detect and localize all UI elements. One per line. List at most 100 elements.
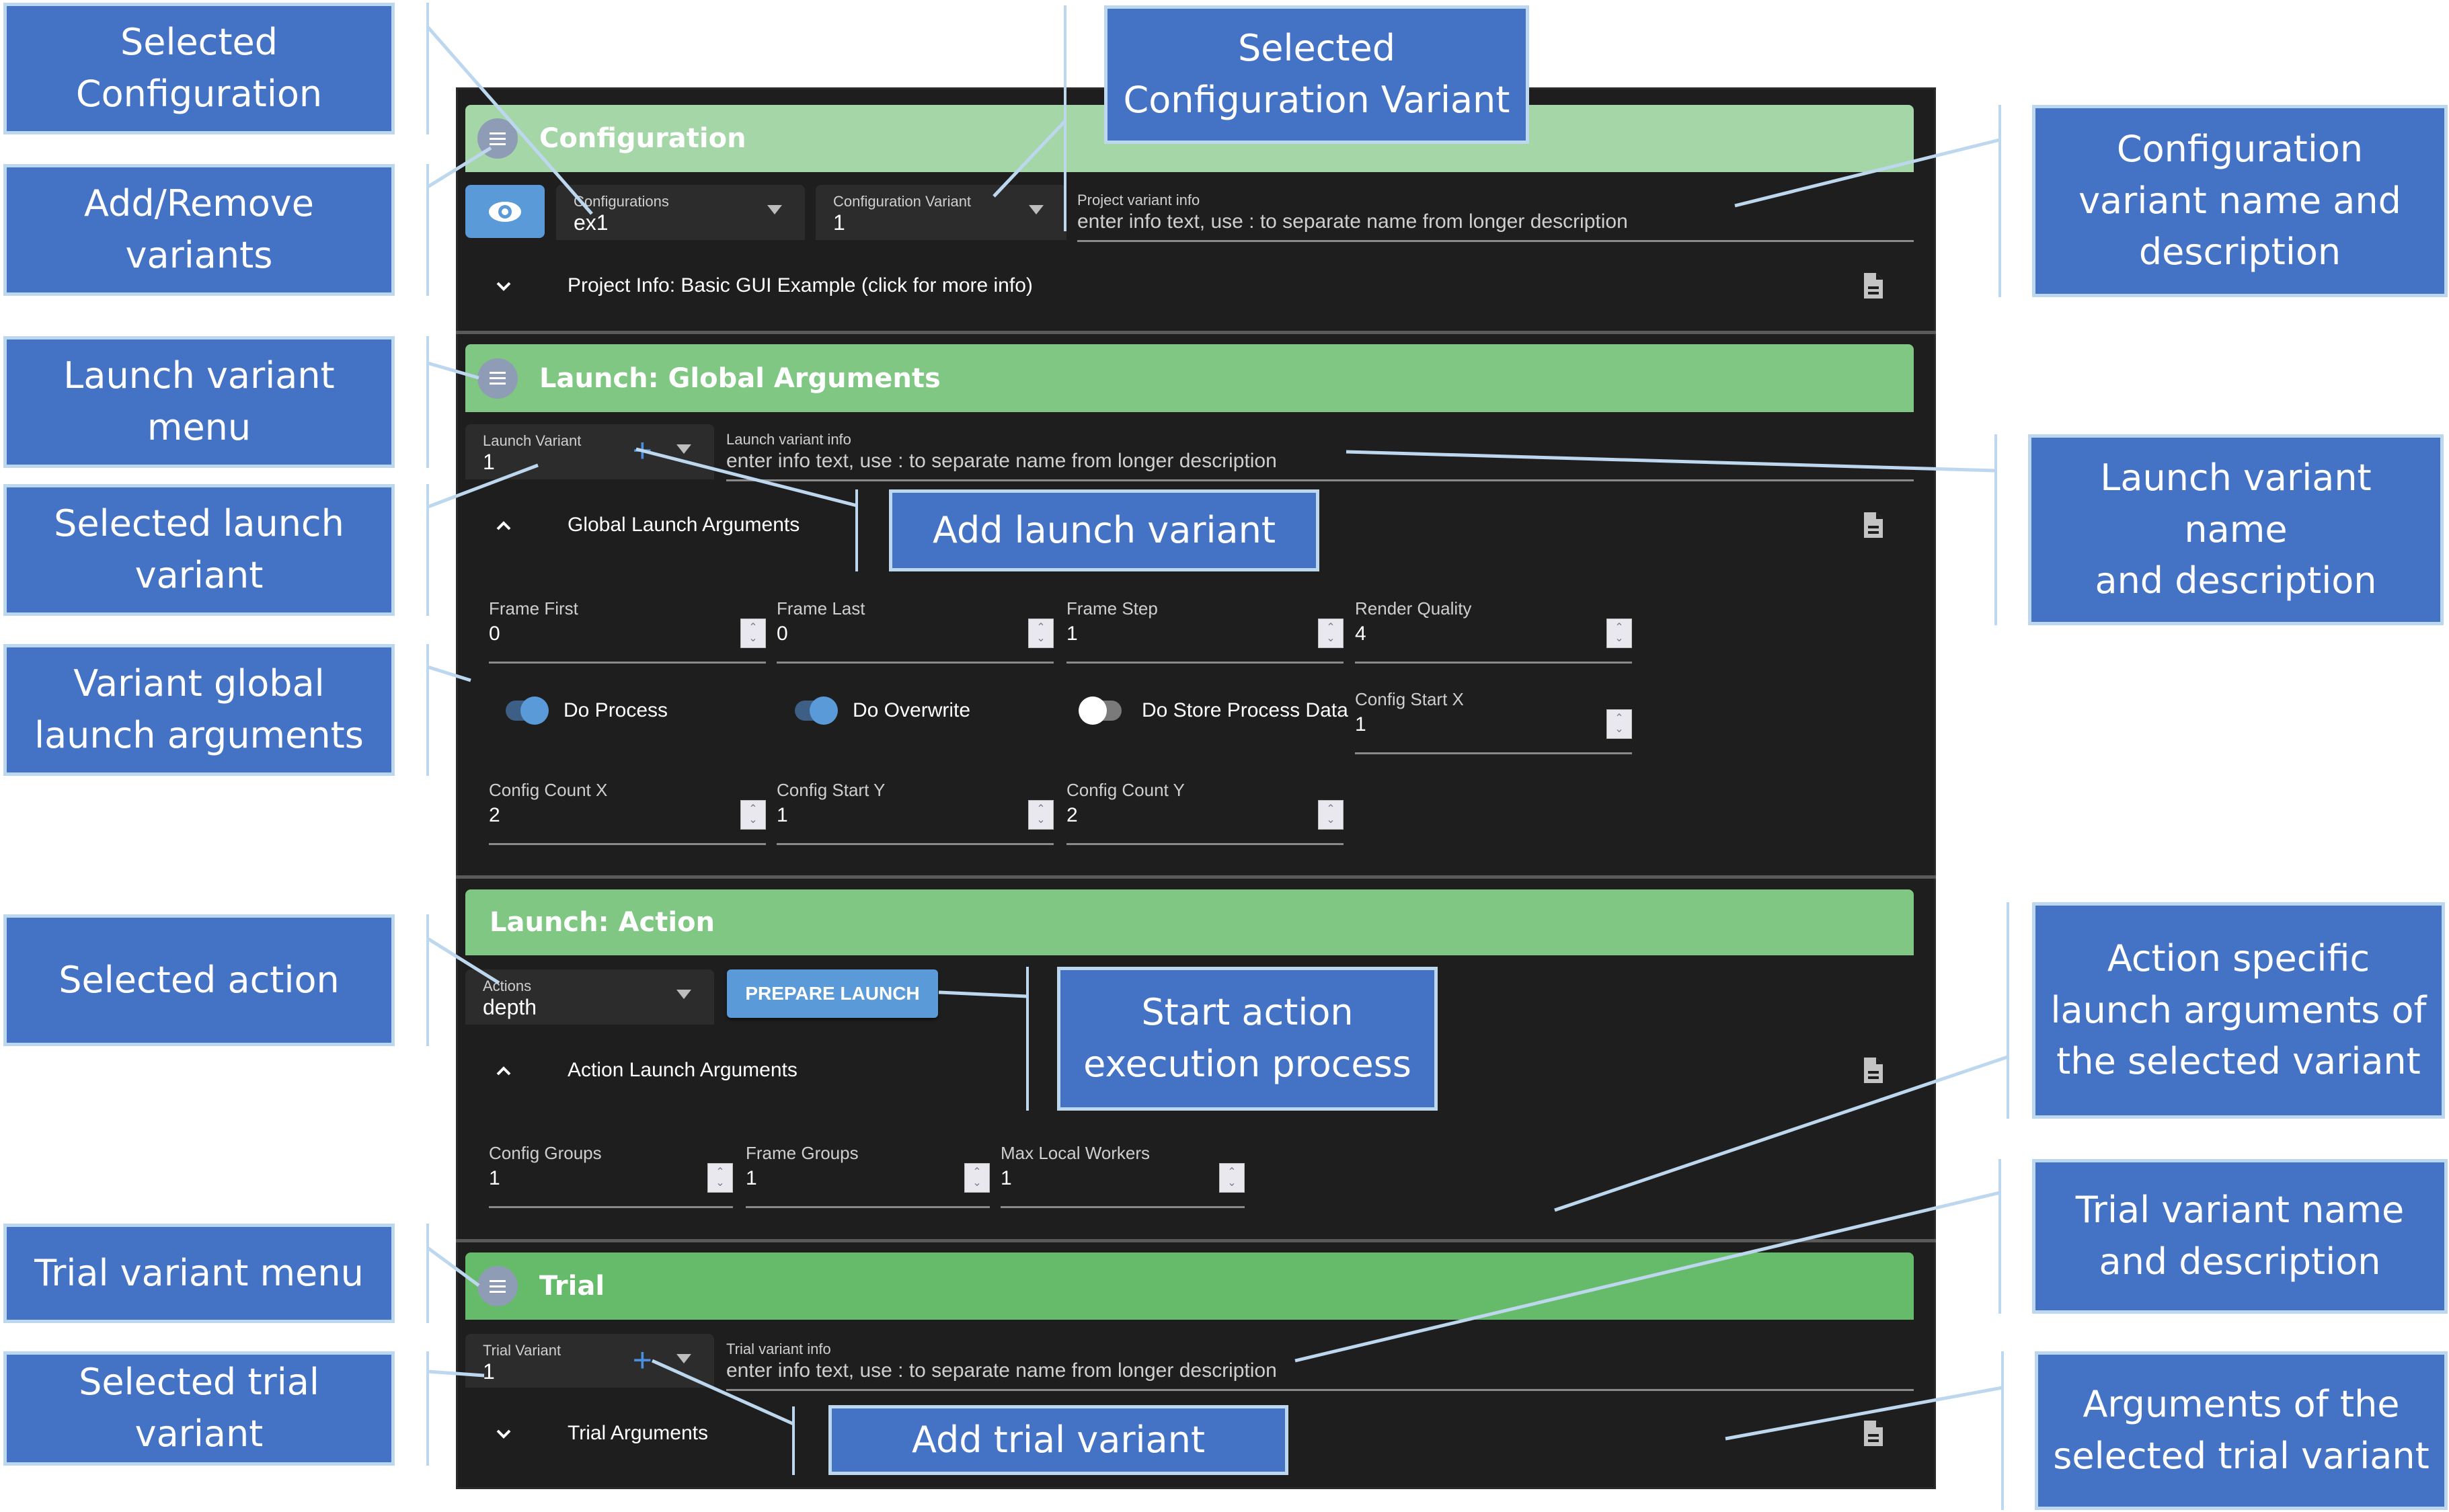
callout-bracket bbox=[1026, 967, 1029, 1111]
config-start-x-label: Config Start X bbox=[1355, 689, 1464, 709]
render-quality-field[interactable]: Render Quality 4 ⌃ ⌄ bbox=[1355, 598, 1632, 664]
trial-variant-select[interactable]: Trial Variant 1 + bbox=[465, 1334, 714, 1388]
project-variant-info-field[interactable]: Project variant info enter info text, us… bbox=[1077, 185, 1914, 242]
trial-variant-info-field[interactable]: Trial variant info enter info text, use … bbox=[726, 1334, 1914, 1391]
config-start-y-value[interactable]: 1 bbox=[777, 804, 788, 827]
launch-variant-info-field[interactable]: Launch variant info enter info text, use… bbox=[726, 424, 1914, 481]
config-start-x-value[interactable]: 1 bbox=[1355, 713, 1366, 736]
trial-header: Trial bbox=[465, 1252, 1914, 1320]
number-spinner[interactable]: ⌃ ⌄ bbox=[1606, 619, 1632, 648]
dropdown-arrow-icon bbox=[676, 990, 691, 999]
number-spinner[interactable]: ⌃ ⌄ bbox=[707, 1163, 733, 1193]
section-divider bbox=[456, 331, 1936, 334]
number-spinner[interactable]: ⌃ ⌄ bbox=[740, 800, 766, 830]
configuration-title: Configuration bbox=[539, 123, 746, 154]
callout-selected-trial-variant: Selected trial variant bbox=[3, 1351, 395, 1466]
prepare-launch-button[interactable]: PREPARE LAUNCH bbox=[727, 969, 938, 1018]
project-variant-info-label: Project variant info bbox=[1077, 192, 1200, 208]
frame-step-label: Frame Step bbox=[1066, 598, 1158, 619]
trial-variant-value: 1 bbox=[483, 1359, 495, 1384]
config-start-x-field[interactable]: Config Start X 1 ⌃ ⌄ bbox=[1355, 689, 1632, 754]
launch-variant-info-input[interactable]: enter info text, use : to separate name … bbox=[726, 450, 1277, 473]
number-spinner[interactable]: ⌃ ⌄ bbox=[740, 619, 766, 648]
hamburger-icon bbox=[490, 1285, 506, 1287]
trial-variant-info-label: Trial variant info bbox=[726, 1341, 831, 1357]
launch-variant-menu-button[interactable] bbox=[477, 358, 518, 399]
toggle-track[interactable] bbox=[795, 697, 838, 725]
callout-start-action-execution: Start action execution process bbox=[1057, 967, 1438, 1111]
callout-bracket bbox=[426, 1224, 429, 1323]
configurations-select[interactable]: Configurations ex1 bbox=[556, 185, 805, 240]
config-groups-field[interactable]: Config Groups 1 ⌃ ⌄ bbox=[489, 1143, 733, 1208]
document-icon[interactable] bbox=[1863, 272, 1884, 300]
frame-groups-value[interactable]: 1 bbox=[746, 1167, 757, 1190]
render-quality-value[interactable]: 4 bbox=[1355, 623, 1366, 645]
max-local-workers-value[interactable]: 1 bbox=[1001, 1167, 1012, 1190]
global-launch-arguments-title: Global Launch Arguments bbox=[568, 514, 800, 536]
do-process-label: Do Process bbox=[563, 699, 668, 721]
callout-bracket bbox=[426, 164, 429, 296]
configuration-variant-menu-button[interactable] bbox=[477, 118, 518, 159]
configuration-variant-value: 1 bbox=[833, 210, 845, 235]
config-count-x-field[interactable]: Config Count X 2 ⌃ ⌄ bbox=[489, 780, 766, 845]
add-trial-variant-icon[interactable]: + bbox=[633, 1343, 652, 1377]
launch-variant-info-label: Launch variant info bbox=[726, 431, 851, 448]
max-local-workers-field[interactable]: Max Local Workers 1 ⌃ ⌄ bbox=[1001, 1143, 1245, 1208]
toggle-track[interactable] bbox=[506, 697, 549, 725]
number-spinner[interactable]: ⌃ ⌄ bbox=[1606, 709, 1632, 739]
callout-selected-launch-variant: Selected launch variant bbox=[3, 484, 395, 616]
callout-trial-variant-menu: Trial variant menu bbox=[3, 1224, 395, 1323]
number-spinner[interactable]: ⌃ ⌄ bbox=[1219, 1163, 1245, 1193]
callout-trial-arguments: Arguments of the selected trial variant bbox=[2035, 1351, 2448, 1510]
do-overwrite-toggle[interactable]: Do Overwrite bbox=[795, 697, 970, 725]
frame-step-value[interactable]: 1 bbox=[1066, 623, 1078, 645]
launch-variant-select[interactable]: Launch Variant 1 + bbox=[465, 424, 714, 479]
config-count-x-value[interactable]: 2 bbox=[489, 804, 500, 827]
callout-bracket bbox=[426, 484, 429, 616]
launch-variant-value: 1 bbox=[483, 450, 495, 474]
frame-first-field[interactable]: Frame First 0 ⌃ ⌄ bbox=[489, 598, 766, 664]
callout-trial-variant-name: Trial variant name and description bbox=[2032, 1159, 2448, 1314]
document-icon[interactable] bbox=[1863, 1056, 1884, 1084]
config-count-y-value[interactable]: 2 bbox=[1066, 804, 1078, 827]
actions-select[interactable]: Actions depth bbox=[465, 969, 714, 1025]
number-spinner[interactable]: ⌃ ⌄ bbox=[1028, 619, 1054, 648]
trial-variant-menu-button[interactable] bbox=[477, 1266, 518, 1306]
configuration-variant-select[interactable]: Configuration Variant 1 bbox=[816, 185, 1066, 240]
number-spinner[interactable]: ⌃ ⌄ bbox=[1318, 619, 1344, 648]
project-variant-info-input[interactable]: enter info text, use : to separate name … bbox=[1077, 210, 1628, 233]
trial-variant-info-input[interactable]: enter info text, use : to separate name … bbox=[726, 1359, 1277, 1382]
project-info-expander[interactable]: Project Info: Basic GUI Example (click f… bbox=[465, 269, 1914, 304]
frame-step-field[interactable]: Frame Step 1 ⌃ ⌄ bbox=[1066, 598, 1344, 664]
trial-variant-label: Trial Variant bbox=[483, 1342, 561, 1359]
callout-add-trial-variant: Add trial variant bbox=[828, 1405, 1288, 1475]
chevron-up-icon bbox=[496, 1066, 511, 1076]
config-groups-label: Config Groups bbox=[489, 1143, 602, 1163]
document-icon[interactable] bbox=[1863, 511, 1884, 539]
config-count-x-label: Config Count X bbox=[489, 780, 608, 800]
toggle-track[interactable] bbox=[1079, 697, 1122, 725]
do-store-process-data-toggle[interactable]: Do Store Process Data bbox=[1079, 697, 1348, 725]
add-launch-variant-icon[interactable]: + bbox=[633, 434, 652, 467]
do-store-process-data-label: Do Store Process Data bbox=[1142, 699, 1348, 721]
config-count-y-field[interactable]: Config Count Y 2 ⌃ ⌄ bbox=[1066, 780, 1344, 845]
document-icon[interactable] bbox=[1863, 1419, 1884, 1447]
config-groups-value[interactable]: 1 bbox=[489, 1167, 500, 1190]
frame-groups-field[interactable]: Frame Groups 1 ⌃ ⌄ bbox=[746, 1143, 990, 1208]
frame-last-value[interactable]: 0 bbox=[777, 623, 788, 645]
launch-global-header: Launch: Global Arguments bbox=[465, 344, 1914, 412]
view-configuration-button[interactable] bbox=[465, 185, 545, 238]
do-process-toggle[interactable]: Do Process bbox=[506, 697, 668, 725]
frame-first-value[interactable]: 0 bbox=[489, 623, 500, 645]
number-spinner[interactable]: ⌃ ⌄ bbox=[964, 1163, 990, 1193]
chevron-down-icon bbox=[496, 1429, 511, 1439]
callout-bracket bbox=[426, 3, 429, 134]
frame-last-field[interactable]: Frame Last 0 ⌃ ⌄ bbox=[777, 598, 1054, 664]
config-start-y-field[interactable]: Config Start Y 1 ⌃ ⌄ bbox=[777, 780, 1054, 845]
configurations-label: Configurations bbox=[574, 193, 669, 210]
actions-value: depth bbox=[483, 995, 537, 1019]
number-spinner[interactable]: ⌃ ⌄ bbox=[1028, 800, 1054, 830]
number-spinner[interactable]: ⌃ ⌄ bbox=[1318, 800, 1344, 830]
callout-bracket bbox=[1998, 105, 2001, 297]
launch-action-header: Launch: Action bbox=[465, 889, 1914, 955]
